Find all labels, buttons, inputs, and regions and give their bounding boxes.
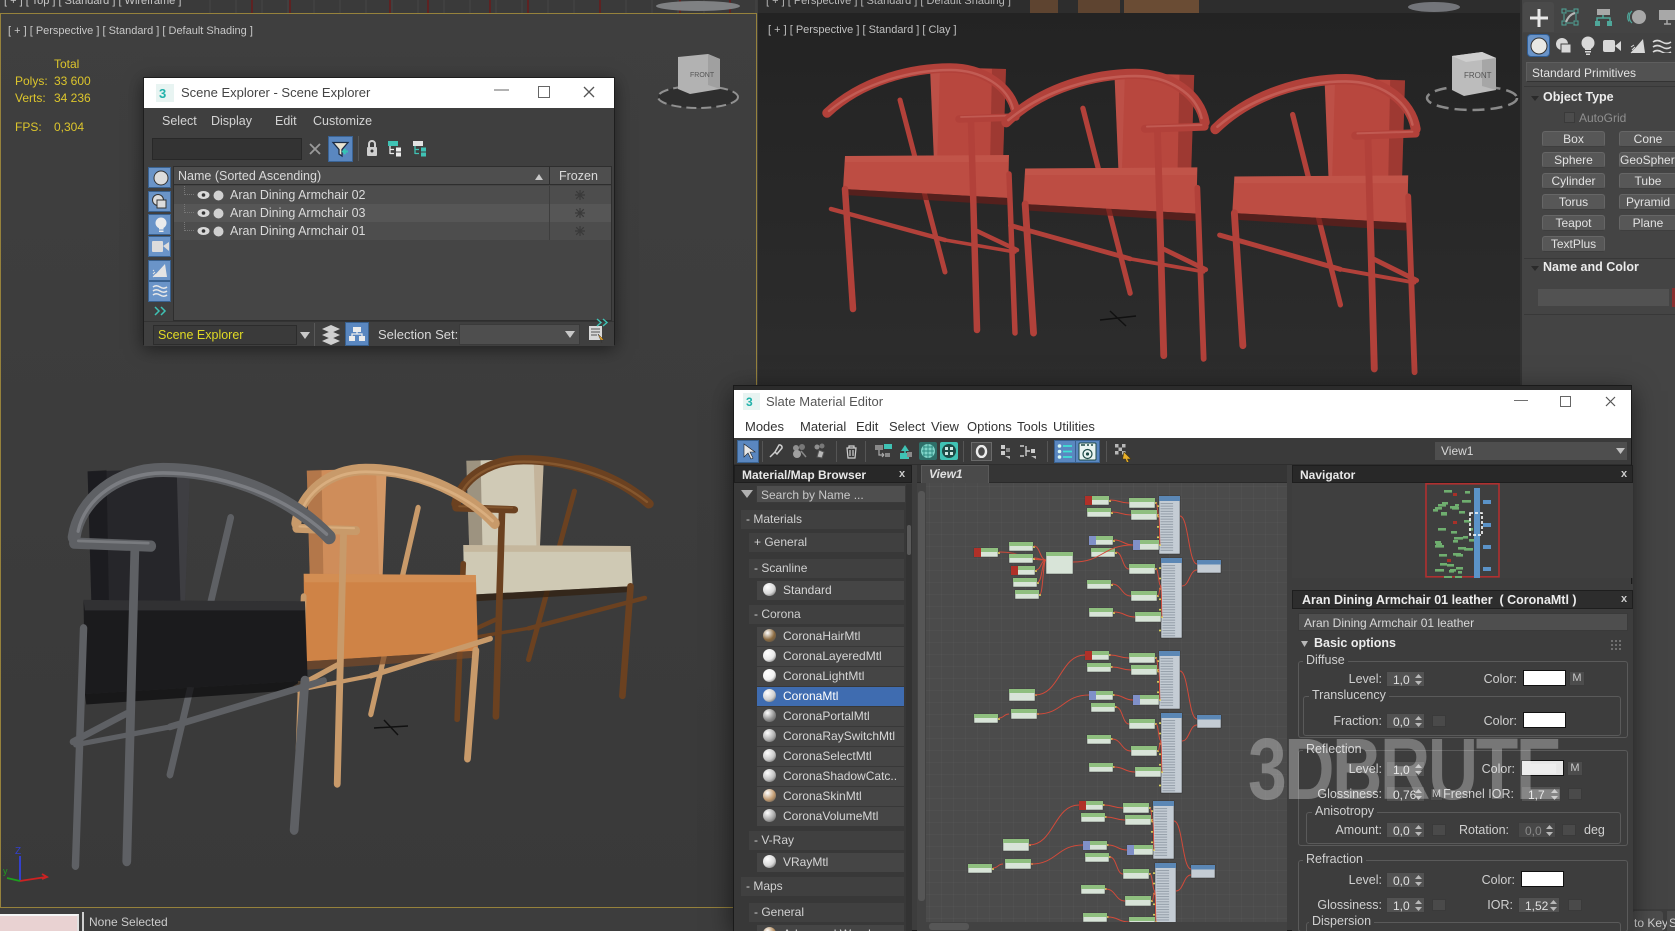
svg-text:3: 3 [159, 86, 166, 101]
svg-text:y: y [3, 866, 8, 876]
svg-text:FRONT: FRONT [1464, 71, 1492, 80]
svg-text:Z: Z [15, 846, 21, 857]
svg-text:FRONT: FRONT [690, 72, 715, 79]
svg-text:3: 3 [746, 395, 753, 409]
